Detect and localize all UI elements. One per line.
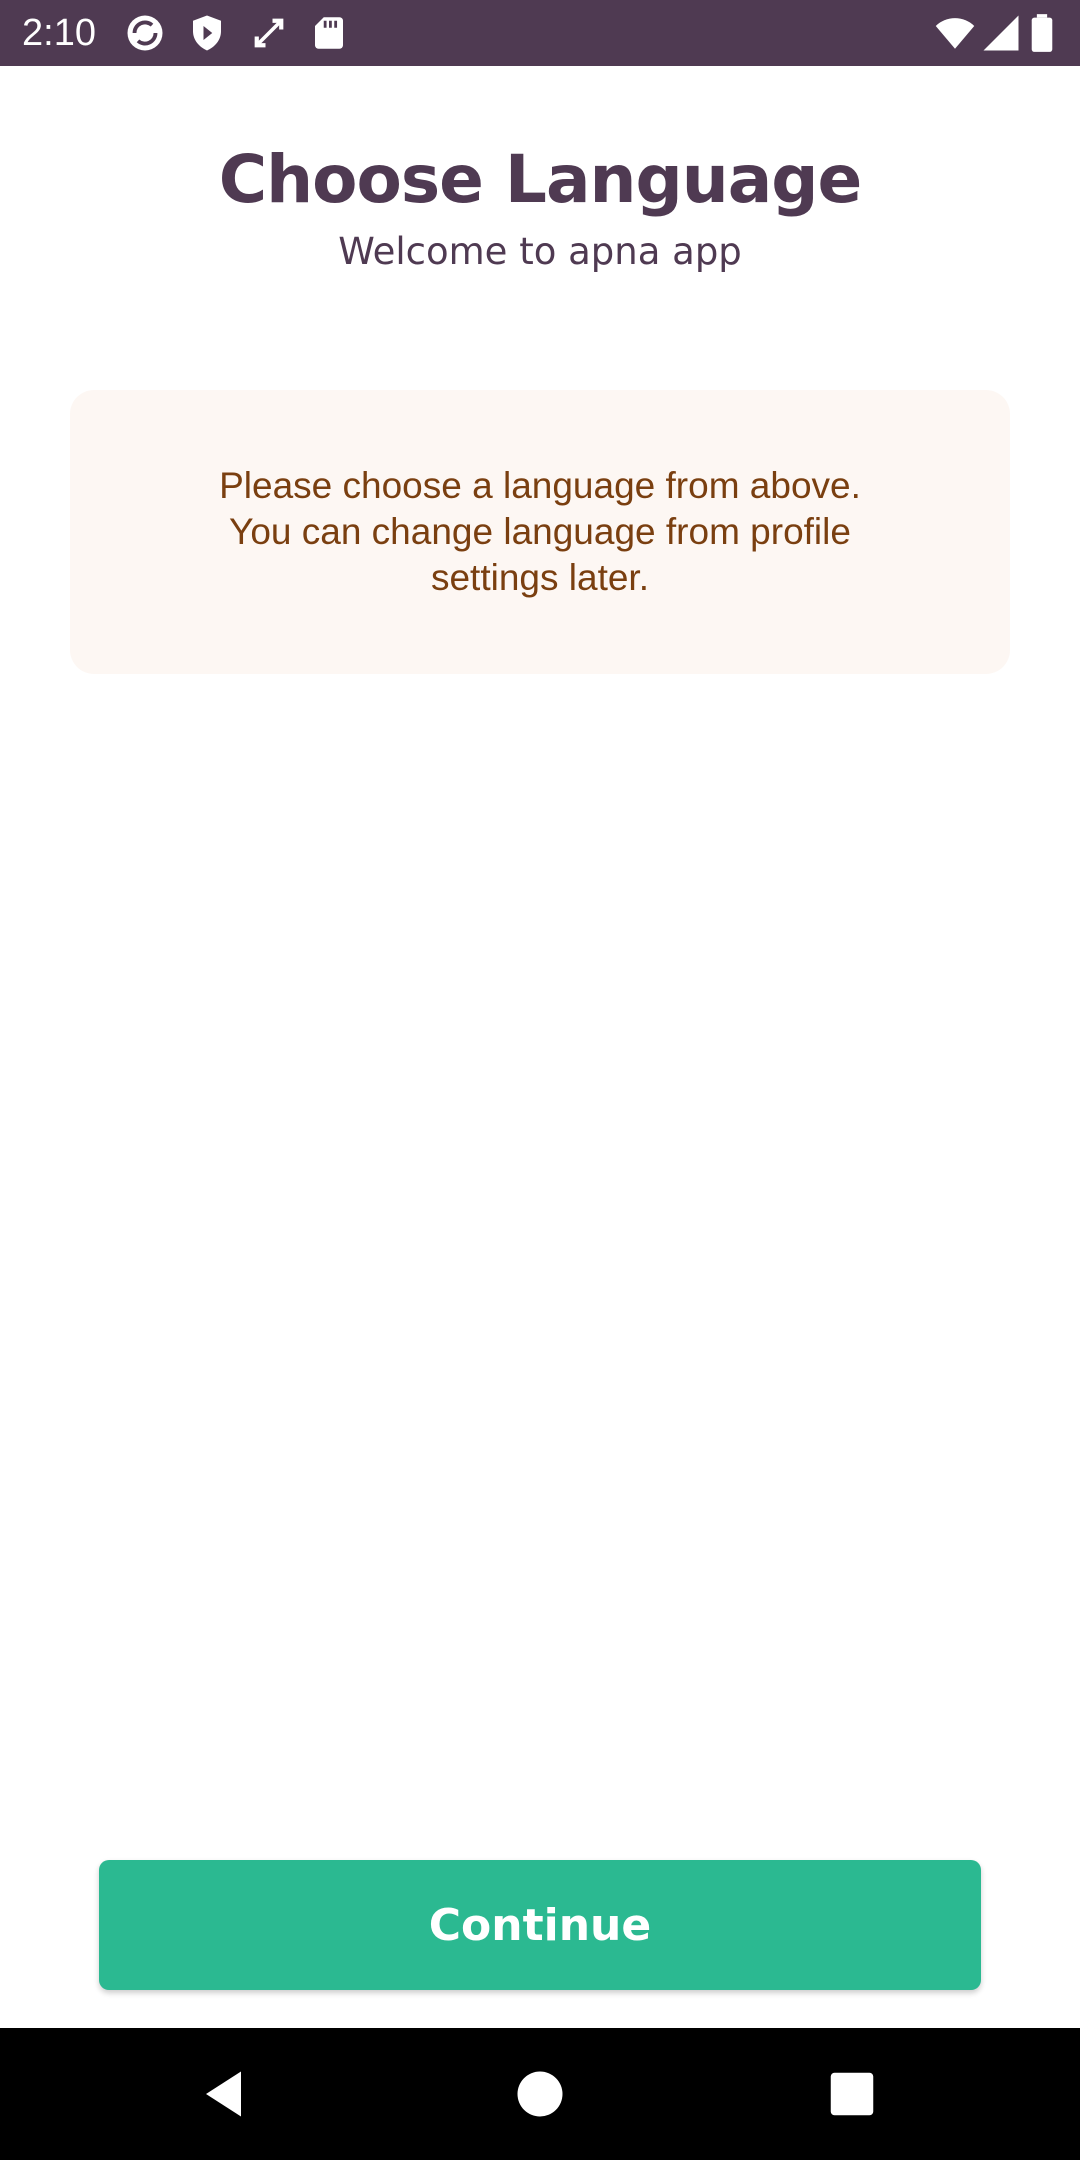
continue-button[interactable]: Continue [99,1860,981,1990]
shield-icon [186,12,228,54]
status-time: 2:10 [22,12,96,54]
battery-icon [1030,12,1060,54]
wifi-icon [934,12,976,54]
home-icon[interactable] [510,2064,570,2124]
page-subtitle: Welcome to apna app [338,230,742,273]
signal-icon [980,12,1022,54]
info-card: Please choose a language from above. You… [70,390,1010,674]
sync-icon [124,12,166,54]
recents-icon[interactable] [822,2064,882,2124]
expand-icon [248,12,290,54]
continue-label: Continue [428,1899,652,1951]
page-title: Choose Language [218,141,863,218]
system-nav-bar [0,2028,1080,2160]
info-message: Please choose a language from above. You… [219,465,861,598]
back-icon[interactable] [196,2064,256,2124]
status-bar: 2:10 [0,0,1080,66]
sd-card-icon [308,12,350,54]
screen: 2:10 Choose Language Welcome to apna app… [0,0,1080,2160]
